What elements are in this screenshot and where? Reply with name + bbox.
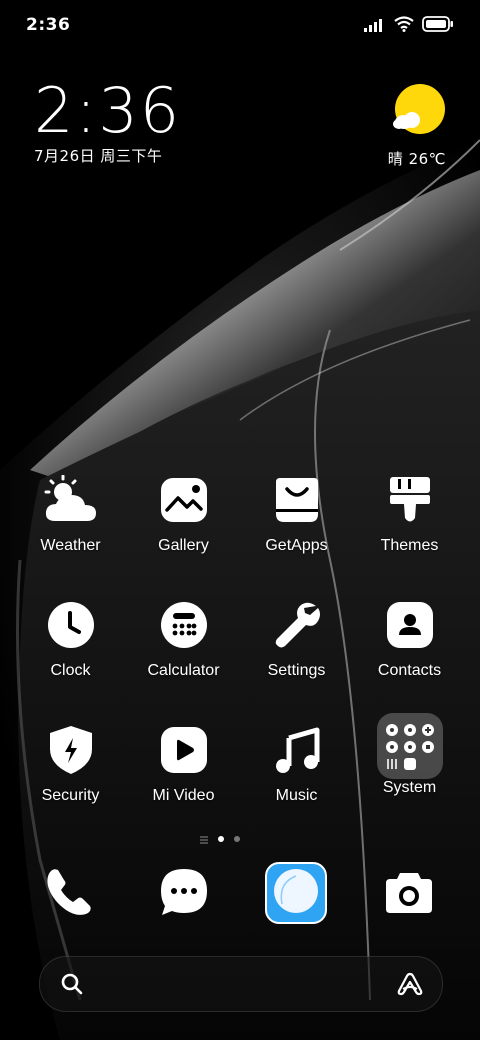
app-label: System	[382, 779, 437, 796]
app-label: Contacts	[377, 662, 442, 679]
app-music[interactable]: Music	[240, 722, 353, 805]
clock-widget[interactable]: 2:36 7月26日 周三下午	[34, 80, 181, 166]
app-mi-video[interactable]: Mi Video	[127, 722, 240, 805]
app-label: Gallery	[158, 537, 209, 554]
feed-lines-icon	[200, 829, 208, 848]
signal-icon	[364, 17, 386, 36]
status-bar: 2:36	[0, 0, 480, 50]
app-weather[interactable]: Weather	[14, 472, 127, 555]
app-settings[interactable]: Settings	[240, 597, 353, 680]
app-label: Settings	[267, 662, 326, 679]
contacts-icon	[382, 597, 438, 653]
app-label: Music	[275, 787, 318, 804]
app-label: Calculator	[147, 662, 220, 679]
search-bar[interactable]	[39, 956, 443, 1012]
app-themes[interactable]: Themes	[353, 472, 466, 555]
clock-date: 7月26日 周三下午	[34, 147, 163, 165]
app-label: Clock	[50, 662, 91, 679]
battery-icon	[422, 16, 454, 36]
app-gallery[interactable]: Gallery	[127, 472, 240, 555]
assistant-icon[interactable]	[396, 971, 424, 1001]
weather-widget[interactable]: 晴 26℃	[366, 84, 446, 169]
weather-temp: 晴 26℃	[387, 150, 446, 168]
search-icon[interactable]	[61, 973, 83, 999]
weather-icon	[43, 472, 99, 528]
app-label: GetApps	[265, 537, 328, 554]
app-system-folder[interactable]: System	[353, 713, 466, 797]
page-dot	[234, 835, 240, 842]
app-label: Themes	[380, 537, 439, 554]
browser-icon	[273, 868, 319, 918]
dock-phone[interactable]	[42, 866, 98, 922]
security-shield-icon	[43, 722, 99, 778]
page-dot-active	[218, 835, 224, 842]
music-note-icon	[269, 722, 325, 778]
page-indicator	[200, 829, 240, 848]
camera-icon	[384, 869, 434, 919]
sun-icon	[390, 84, 446, 140]
calculator-icon	[156, 597, 212, 653]
app-calculator[interactable]: Calculator	[127, 597, 240, 680]
app-label: Weather	[40, 537, 101, 554]
gallery-icon	[156, 472, 212, 528]
play-icon	[156, 722, 212, 778]
app-label: Mi Video	[152, 787, 215, 804]
phone-icon	[44, 866, 96, 922]
status-time: 2:36	[26, 15, 71, 35]
dock-camera[interactable]	[381, 866, 437, 922]
app-security[interactable]: Security	[14, 722, 127, 805]
themes-icon	[382, 472, 438, 528]
folder-icon	[376, 713, 443, 779]
app-clock[interactable]: Clock	[14, 597, 127, 680]
app-label: Security	[41, 787, 100, 804]
getapps-icon	[269, 472, 325, 528]
settings-wrench-icon	[269, 597, 325, 653]
app-contacts[interactable]: Contacts	[353, 597, 466, 680]
app-getapps[interactable]: GetApps	[240, 472, 353, 555]
clock-icon	[43, 597, 99, 653]
wifi-icon	[394, 16, 414, 36]
messages-icon	[158, 866, 210, 922]
clock-time: 2:36	[34, 74, 182, 147]
dock-browser[interactable]	[265, 862, 327, 924]
dock-messages[interactable]	[156, 866, 212, 922]
